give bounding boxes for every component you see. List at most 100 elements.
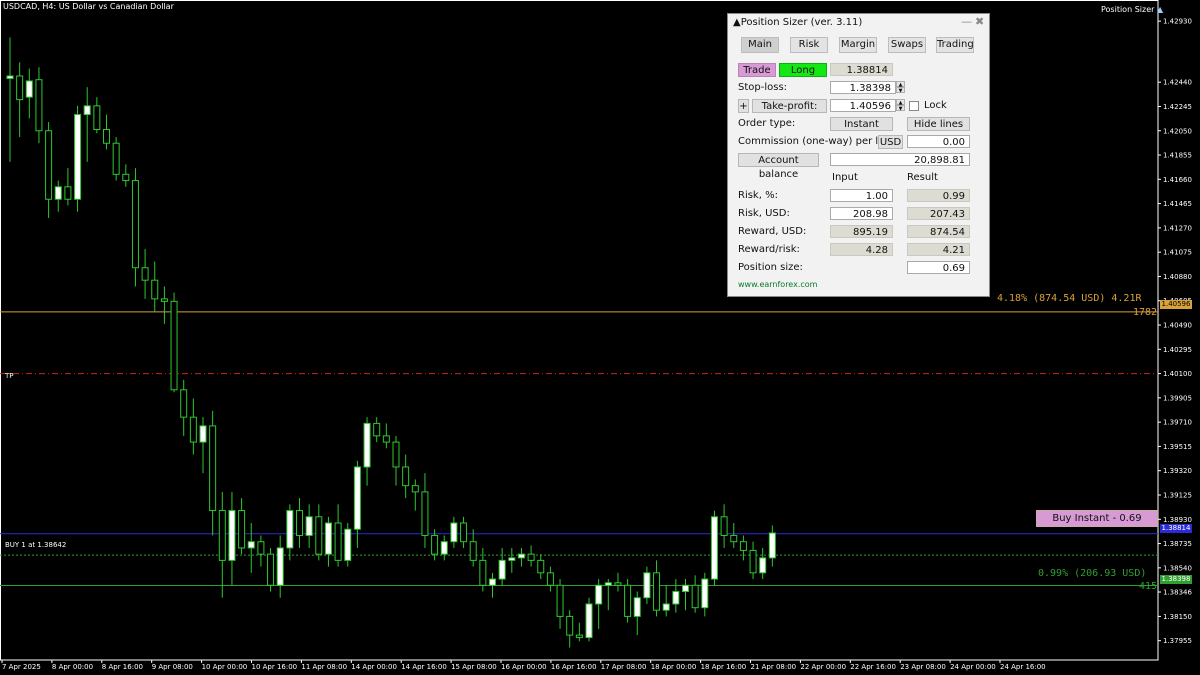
- tab-trading[interactable]: Trading: [936, 37, 974, 53]
- candle-body: [479, 559, 487, 586]
- candle-body: [701, 578, 709, 609]
- candle-body: [83, 105, 91, 116]
- reward-usd-label: Reward, USD:: [738, 226, 807, 237]
- candle-body: [276, 547, 284, 586]
- candle-body: [739, 541, 747, 551]
- candle-body: [6, 75, 14, 79]
- stop-loss-down-icon[interactable]: ▼: [896, 87, 905, 94]
- candle-body: [180, 389, 188, 418]
- risk-usd-input[interactable]: 208.98: [830, 207, 893, 220]
- commission-currency-button[interactable]: USD: [878, 135, 903, 149]
- price-tick-label: 1.38930: [1163, 516, 1192, 524]
- candle-body: [768, 532, 776, 559]
- price-tick-label: 1.41270: [1163, 224, 1192, 232]
- candle-body: [209, 425, 217, 512]
- price-tick-label: 1.39320: [1163, 467, 1192, 475]
- tp-risk-reward-label: 4.18% (874.54 USD) 4.21R: [997, 293, 1142, 304]
- candle-body: [228, 510, 236, 561]
- candle-body: [103, 129, 110, 144]
- candle-body: [614, 582, 622, 586]
- candle-body: [624, 584, 632, 617]
- price-tick-label: 1.38735: [1163, 540, 1192, 548]
- price-tick-label: 1.39515: [1163, 443, 1192, 451]
- candle-body: [64, 186, 72, 200]
- date-tick-label: 22 Apr 16:00: [850, 663, 896, 671]
- tab-risk[interactable]: Risk: [790, 37, 828, 53]
- risk-percent-input[interactable]: 1.00: [830, 189, 893, 202]
- take-profit-button[interactable]: Take-profit:: [752, 99, 827, 113]
- candle-body: [662, 603, 670, 611]
- take-profit-field[interactable]: 1.40596: [830, 99, 896, 112]
- website-link[interactable]: www.earnforex.com: [738, 280, 817, 289]
- candle-body: [672, 591, 680, 605]
- order-type-button[interactable]: Instant: [830, 117, 893, 131]
- panel-title[interactable]: ▲Position Sizer (ver. 3.11): [733, 17, 862, 28]
- lock-checkbox[interactable]: [909, 101, 919, 111]
- candle-body: [421, 491, 429, 536]
- candle-body: [189, 416, 197, 443]
- order-type-label: Order type:: [738, 118, 796, 129]
- commission-label: Commission (one-way) per lot:: [738, 136, 892, 147]
- hat-icon: ▲: [1156, 5, 1164, 14]
- candle-body: [392, 441, 400, 468]
- candle-body: [112, 142, 120, 175]
- candle-body: [575, 634, 583, 639]
- commission-field[interactable]: 0.00: [907, 135, 970, 148]
- tab-margin[interactable]: Margin: [839, 37, 877, 53]
- date-tick-label: 14 Apr 00:00: [351, 663, 397, 671]
- price-tick-label: 1.42245: [1163, 103, 1192, 111]
- date-tick-label: 17 Apr 08:00: [601, 663, 647, 671]
- tp-points-label: 1782: [1133, 307, 1158, 318]
- tab-main[interactable]: Main: [741, 37, 779, 53]
- date-tick-label: 18 Apr 00:00: [651, 663, 697, 671]
- hide-lines-button[interactable]: Hide lines: [907, 117, 970, 131]
- candle-body: [517, 553, 525, 559]
- sl-points-label: 415: [1139, 581, 1158, 592]
- candle-body: [305, 516, 313, 536]
- candle-body: [257, 541, 265, 555]
- date-tick-label: 22 Apr 00:00: [800, 663, 846, 671]
- candle-body: [633, 597, 641, 617]
- date-tick-label: 16 Apr 16:00: [551, 663, 597, 671]
- minimize-icon[interactable]: —: [961, 15, 972, 28]
- candle-body: [267, 553, 275, 586]
- candle-body: [537, 559, 545, 574]
- position-size-label: Position size:: [738, 262, 803, 273]
- candle-body: [373, 422, 381, 437]
- candle-body: [334, 522, 342, 561]
- date-tick-label: 8 Apr 00:00: [52, 663, 93, 671]
- tab-swaps[interactable]: Swaps: [888, 37, 926, 53]
- account-balance-button[interactable]: Account balance: [738, 153, 819, 180]
- close-icon[interactable]: ✖: [975, 15, 984, 28]
- candle-body: [353, 466, 361, 530]
- candle-body: [122, 173, 130, 182]
- price-tick-label: 1.40100: [1163, 370, 1192, 378]
- candle-body: [286, 510, 294, 549]
- price-chart[interactable]: 1.42930 1.42440 1.42245 1.42050 1.41855 1.416…: [0, 0, 1200, 675]
- date-tick-label: 24 Apr 00:00: [950, 663, 996, 671]
- take-profit-down-icon[interactable]: ▼: [896, 105, 905, 112]
- position-size-field[interactable]: 0.69: [907, 261, 970, 274]
- position-sizer-indicator-label[interactable]: Position Sizer ▲: [1101, 5, 1163, 14]
- entry-price-field[interactable]: 1.38814: [830, 63, 893, 76]
- direction-button[interactable]: Long: [779, 63, 827, 77]
- price-tick-label: 1.42050: [1163, 127, 1192, 135]
- candle-body: [749, 549, 757, 574]
- candle-body: [450, 522, 458, 543]
- account-balance-field[interactable]: 20,898.81: [830, 153, 970, 166]
- add-take-profit-button[interactable]: +: [738, 99, 749, 113]
- stop-loss-field[interactable]: 1.38398: [830, 81, 896, 94]
- candle-body: [431, 534, 439, 555]
- candle-body: [527, 553, 535, 561]
- candle-body: [151, 279, 159, 300]
- price-tick-label: 1.40490: [1163, 322, 1192, 330]
- candle-body: [45, 130, 53, 200]
- price-tick-label: 1.40295: [1163, 346, 1192, 354]
- candle-body: [247, 541, 255, 549]
- date-tick-label: 18 Apr 16:00: [701, 663, 747, 671]
- candle-body: [16, 75, 24, 101]
- tp-line-label: TP: [5, 372, 14, 380]
- trade-button[interactable]: Trade: [738, 63, 776, 77]
- risk-percent-label: Risk, %:: [738, 190, 778, 201]
- buy-instant-button[interactable]: Buy Instant - 0.69: [1036, 510, 1158, 527]
